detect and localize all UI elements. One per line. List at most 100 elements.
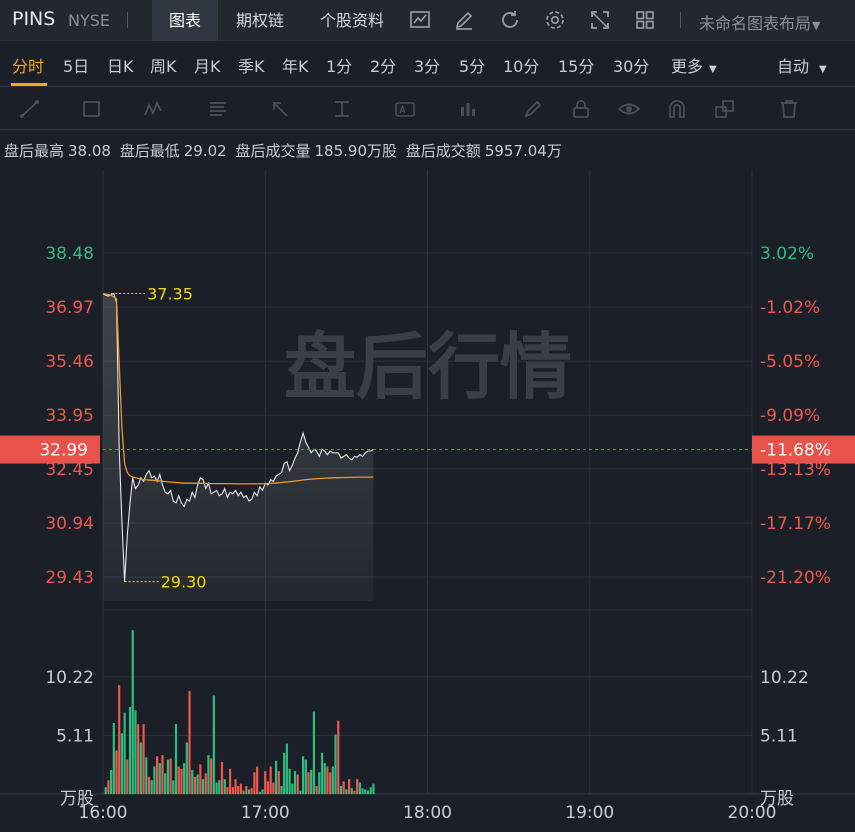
volume-bar bbox=[310, 769, 313, 794]
volume-bar bbox=[128, 706, 132, 794]
volume-bar bbox=[347, 779, 351, 794]
price-mode-selector[interactable]: 自动 ▼ bbox=[777, 53, 827, 77]
layout-selector[interactable]: 未命名图表布局▼ bbox=[699, 10, 820, 34]
volume-bar bbox=[291, 783, 294, 794]
trash-icon[interactable] bbox=[777, 97, 801, 121]
intraday-chart[interactable]: 盘后行情 37.35 29.30 38.48 3.02% 36.97 -1.02% 35.… bbox=[0, 170, 855, 832]
volume-bar bbox=[166, 759, 169, 794]
time-tick-label: 19:00 bbox=[565, 803, 614, 823]
settings-icon[interactable] bbox=[543, 8, 567, 32]
more-periods-button[interactable]: 更多 ▼ bbox=[671, 53, 717, 77]
period-tab[interactable]: 3分 bbox=[414, 53, 440, 77]
volume-bar bbox=[196, 774, 199, 794]
layers-icon[interactable] bbox=[713, 97, 737, 121]
volume-bar bbox=[139, 742, 142, 794]
volume-bar bbox=[329, 772, 332, 794]
price-mode-label: 自动 bbox=[777, 57, 810, 76]
volume-bar bbox=[220, 761, 224, 794]
period-tab[interactable]: 10分 bbox=[503, 53, 539, 77]
lock-icon[interactable] bbox=[569, 97, 593, 121]
volume-bar bbox=[361, 788, 364, 794]
volume-bar bbox=[226, 787, 229, 794]
tab-chart[interactable]: 图表 bbox=[152, 0, 218, 41]
volume-bar bbox=[239, 783, 243, 794]
volume-bar bbox=[337, 720, 340, 794]
period-tab[interactable]: 2分 bbox=[370, 53, 396, 77]
period-tab[interactable]: 周K bbox=[150, 53, 177, 77]
turnover-label: 盘后成交额 bbox=[405, 142, 481, 160]
volume-tick-label: 10.22 bbox=[45, 668, 94, 688]
refresh-icon[interactable] bbox=[498, 8, 522, 32]
volume-bar bbox=[204, 773, 207, 794]
current-price-label: 32.99 bbox=[39, 441, 88, 461]
period-bar: 分时 5日 日K 周K 月K 季K 年K 1分 2分 3分 5分 10分 15分… bbox=[0, 41, 855, 87]
volume-bar bbox=[188, 690, 191, 794]
volume-bar bbox=[180, 768, 183, 794]
volume-bar bbox=[277, 771, 280, 794]
period-tab[interactable]: 30分 bbox=[613, 53, 649, 77]
high-value: 38.08 bbox=[68, 142, 111, 160]
time-tick-label: 17:00 bbox=[241, 803, 290, 823]
volume-bar bbox=[331, 766, 334, 794]
volume-bar bbox=[342, 781, 345, 794]
chart-grid bbox=[0, 170, 855, 795]
tab-stock-profile[interactable]: 个股资料 bbox=[306, 0, 398, 41]
volume-bar bbox=[293, 771, 297, 794]
drawing-toolbar bbox=[0, 88, 855, 130]
volume-bar bbox=[264, 771, 267, 794]
percent-tick-label: -5.05% bbox=[760, 352, 820, 372]
volume-tool-icon[interactable] bbox=[456, 97, 480, 121]
period-tab[interactable]: 季K bbox=[238, 53, 265, 77]
caret-down-icon: ▼ bbox=[819, 64, 827, 75]
volume-bar bbox=[318, 772, 321, 794]
volume-bar bbox=[307, 772, 310, 794]
edit-icon[interactable] bbox=[452, 8, 476, 32]
time-tick-label: 18:00 bbox=[403, 803, 452, 823]
high-label: 盘后最高 bbox=[4, 142, 65, 160]
volume-bar bbox=[299, 790, 302, 794]
period-tab[interactable]: 分时 bbox=[12, 53, 44, 77]
volume-bar bbox=[201, 779, 205, 794]
volume-bar bbox=[345, 789, 348, 794]
high-marker-label: 37.35 bbox=[147, 284, 193, 303]
measure-tool-icon[interactable] bbox=[330, 97, 354, 121]
period-tab[interactable]: 日K bbox=[107, 53, 134, 77]
fib-tool-icon[interactable] bbox=[206, 97, 230, 121]
volume-bar bbox=[231, 787, 234, 794]
time-tick-label: 16:00 bbox=[79, 803, 128, 823]
percent-tick-label: -17.17% bbox=[760, 514, 831, 534]
divider bbox=[127, 12, 128, 28]
brush-icon[interactable] bbox=[521, 97, 545, 121]
eye-icon[interactable] bbox=[617, 97, 641, 121]
more-label: 更多 bbox=[671, 57, 704, 76]
volume-bar bbox=[169, 758, 172, 794]
volume-bar bbox=[145, 757, 148, 794]
ticker-symbol[interactable]: PINS bbox=[12, 8, 55, 30]
period-tab[interactable]: 年K bbox=[282, 53, 309, 77]
grid-layout-icon[interactable] bbox=[633, 8, 657, 32]
rect-tool-icon[interactable] bbox=[80, 97, 104, 121]
period-tab[interactable]: 5日 bbox=[63, 53, 89, 77]
tab-options-chain[interactable]: 期权链 bbox=[222, 0, 298, 41]
volume-label: 盘后成交量 bbox=[235, 142, 311, 160]
period-tab[interactable]: 15分 bbox=[558, 53, 594, 77]
volume-bar bbox=[369, 787, 372, 794]
volume-bar bbox=[358, 782, 361, 794]
volume-bar bbox=[137, 724, 140, 794]
chart-analysis-icon[interactable] bbox=[408, 8, 432, 32]
wave-tool-icon[interactable] bbox=[142, 97, 166, 121]
magnet-icon[interactable] bbox=[665, 97, 689, 121]
period-tab[interactable]: 5分 bbox=[459, 53, 485, 77]
fullscreen-icon[interactable] bbox=[588, 8, 612, 32]
period-tab[interactable]: 月K bbox=[194, 53, 221, 77]
volume-bar bbox=[155, 756, 159, 794]
period-tab[interactable]: 1分 bbox=[326, 53, 352, 77]
caret-down-icon: ▼ bbox=[812, 19, 821, 32]
volume-bar bbox=[272, 782, 275, 794]
volume-bar bbox=[112, 722, 115, 794]
volume-bar bbox=[110, 769, 113, 794]
volume-bar bbox=[339, 785, 343, 794]
text-tool-icon[interactable] bbox=[393, 97, 417, 121]
line-tool-icon[interactable] bbox=[18, 97, 42, 121]
arrow-tool-icon[interactable] bbox=[268, 97, 292, 121]
